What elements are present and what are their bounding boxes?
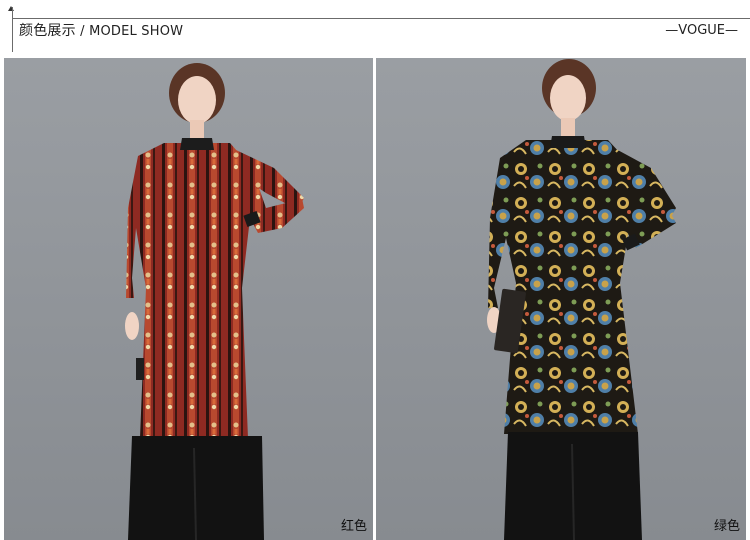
model-photo-green: 绿色: [376, 58, 746, 540]
heading-cn: 颜色展示: [19, 23, 76, 39]
corner-marker-icon: [8, 6, 14, 11]
model-photo-red: 红色: [4, 58, 373, 540]
color-label-red: 红色: [340, 519, 367, 534]
product-detail-page: 颜色展示 / MODEL SHOW —VOGUE— 红色 绿色: [0, 0, 750, 540]
header-top-rule: [12, 18, 750, 19]
header-left-rule: [12, 7, 13, 52]
model-photo-red-image: [4, 58, 373, 540]
section-heading: 颜色展示 / MODEL SHOW: [19, 21, 183, 41]
heading-en: MODEL SHOW: [89, 24, 184, 39]
heading-separator: /: [75, 24, 90, 39]
model-photo-green-image: [376, 58, 746, 540]
color-label-green: 绿色: [713, 519, 740, 534]
brand-tag: —VOGUE—: [665, 23, 738, 38]
